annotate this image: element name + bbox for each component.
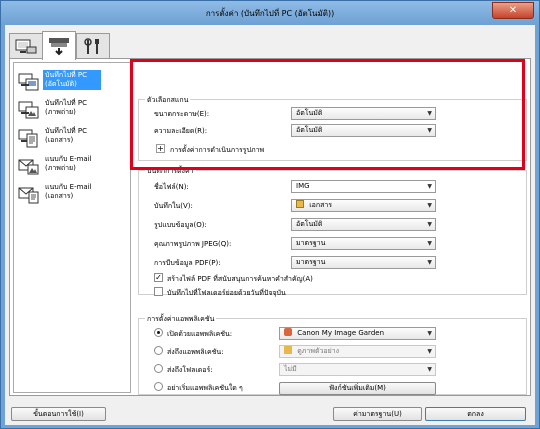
- defaults-button[interactable]: ค่ามาตรฐาน(U): [333, 407, 422, 421]
- save-in-value: เอกสาร: [309, 201, 333, 209]
- chevron-down-icon: ▼: [427, 202, 432, 209]
- chevron-down-icon: ▼: [427, 366, 432, 373]
- instructions-button[interactable]: ขั้นตอนการใช้(I): [11, 407, 106, 421]
- subfolder-label: บันทึกไปที่โฟลเดอร์ย่อยด้วยวันที่ปัจจุบั…: [167, 289, 286, 297]
- data-format-value: อัตโนมัติ: [296, 220, 323, 228]
- keyword-pdf-checkbox[interactable]: ✓: [154, 273, 163, 282]
- open-app-select[interactable]: Canon My Image Garden ▼: [279, 327, 436, 340]
- open-app-value: Canon My Image Garden: [297, 329, 385, 337]
- email-document-icon: [18, 187, 39, 204]
- general-settings-icon: [84, 37, 99, 54]
- list-item-save-pc-photo[interactable]: บันทึกไปที่ PC (ภาพถ่าย): [16, 97, 128, 125]
- file-name-label: ชื่อไฟล์(N):: [154, 183, 189, 191]
- app-settings-group-label: การตั้งค่าแอพพลิเคชัน: [145, 314, 217, 325]
- list-item-email-photo[interactable]: แนบกับ E-mail (ภาพถ่าย): [16, 153, 128, 181]
- list-item-label: บันทึกไปที่ PC (ภาพถ่าย): [45, 99, 87, 116]
- list-item-label: บันทึกไปที่ PC (เอกสาร): [45, 127, 87, 144]
- data-format-select[interactable]: อัตโนมัติ ▼: [291, 218, 436, 231]
- tab-scan-from-computer[interactable]: [9, 33, 43, 59]
- save-settings-group: บันทึกการตั้งค่า ชื่อไฟล์(N): IMG ▼ บันท…: [138, 166, 527, 297]
- more-functions-button[interactable]: ฟังก์ชันเพิ่มเติม(M): [279, 382, 436, 395]
- document-scan-icon: [18, 129, 38, 148]
- keyword-pdf-label: สร้างไฟล์ PDF ที่สนับสนุนการค้นหาคำสำคัญ…: [167, 275, 313, 283]
- close-button[interactable]: ✕: [492, 2, 534, 19]
- open-app-label: เปิดด้วยแอพพลิเคชัน:: [167, 330, 233, 338]
- highlight-frame: [130, 59, 525, 170]
- pdf-compression-value: มาตรฐาน: [296, 258, 326, 266]
- settings-dialog: การตั้งค่า (บันทึกไปที่ PC (อัตโนมัติ)) …: [0, 0, 540, 429]
- list-item-label: แนบกับ E-mail (ภาพถ่าย): [45, 155, 92, 172]
- list-item-email-document[interactable]: แนบกับ E-mail (เอกสาร): [16, 181, 128, 209]
- subfolder-checkbox[interactable]: [154, 287, 163, 296]
- preview-icon: [284, 346, 292, 354]
- window-title: การตั้งค่า (บันทึกไปที่ PC (อัตโนมัติ)): [205, 9, 335, 18]
- no-app-radio[interactable]: [154, 382, 163, 391]
- list-item-label: แนบกับ E-mail (เอกสาร): [45, 183, 92, 200]
- send-folder-radio[interactable]: [154, 364, 163, 373]
- send-folder-value: ไม่มี: [284, 365, 297, 373]
- data-format-label: รูปแบบข้อมูล(O):: [154, 221, 207, 229]
- chevron-down-icon: ▼: [427, 221, 432, 228]
- my-image-garden-icon: [284, 328, 292, 336]
- open-app-radio[interactable]: [154, 328, 163, 337]
- jpeg-quality-label: คุณภาพรูปภาพ JPEG(Q):: [154, 240, 232, 248]
- email-photo-icon: [18, 159, 39, 175]
- tab-general-settings[interactable]: [76, 33, 110, 59]
- scan-from-computer-icon: [15, 39, 37, 53]
- dialog-client-area: บันทึกไปที่ PC (อัตโนมัติ) บันทึกไปที่ P…: [5, 25, 535, 425]
- folder-icon: [296, 200, 304, 208]
- send-app-value: ดูภาพตัวอย่าง: [297, 347, 340, 355]
- send-app-label: ส่งถึงแอพพลิเคชัน:: [167, 348, 224, 356]
- chevron-down-icon: ▼: [427, 348, 432, 355]
- chevron-down-icon: ▼: [427, 259, 432, 266]
- pdf-compression-select[interactable]: มาตรฐาน ▼: [291, 256, 436, 269]
- scan-from-panel-icon: [49, 38, 69, 56]
- file-name-input[interactable]: IMG ▼: [291, 180, 436, 193]
- chevron-down-icon: ▼: [427, 240, 432, 247]
- ok-button[interactable]: ตกลง: [425, 407, 526, 421]
- save-in-select[interactable]: เอกสาร ▼: [291, 199, 436, 212]
- list-item-save-pc-auto[interactable]: บันทึกไปที่ PC (อัตโนมัติ): [16, 69, 128, 97]
- app-settings-group: การตั้งค่าแอพพลิเคชัน เปิดด้วยแอพพลิเคชั…: [138, 314, 527, 395]
- no-app-label: อย่าเริ่มแอพพลิเคชันใด ๆ: [167, 384, 243, 392]
- list-item-save-pc-document[interactable]: บันทึกไปที่ PC (เอกสาร): [16, 125, 128, 153]
- send-folder-label: ส่งถึงโฟลเดอร์:: [167, 366, 213, 374]
- send-app-radio[interactable]: [154, 346, 163, 355]
- photo-scan-icon: [18, 101, 39, 119]
- chevron-down-icon: ▼: [427, 183, 432, 190]
- send-app-select[interactable]: ดูภาพตัวอย่าง ▼: [279, 345, 436, 358]
- jpeg-quality-value: มาตรฐาน: [296, 239, 326, 247]
- auto-scan-icon: [18, 73, 39, 91]
- file-name-value: IMG: [296, 182, 310, 190]
- save-in-label: บันทึกใน(V):: [154, 202, 193, 210]
- title-bar[interactable]: การตั้งค่า (บันทึกไปที่ PC (อัตโนมัติ)) …: [1, 1, 539, 25]
- pdf-compression-label: การบีบข้อมูล PDF(P):: [154, 259, 221, 267]
- send-folder-select[interactable]: ไม่มี ▼: [279, 363, 436, 376]
- list-item-label: บันทึกไปที่ PC (อัตโนมัติ): [43, 70, 101, 90]
- scan-type-list: บันทึกไปที่ PC (อัตโนมัติ) บันทึกไปที่ P…: [13, 62, 131, 393]
- jpeg-quality-select[interactable]: มาตรฐาน ▼: [291, 237, 436, 250]
- tab-scan-from-panel[interactable]: [42, 31, 76, 60]
- chevron-down-icon: ▼: [427, 330, 432, 337]
